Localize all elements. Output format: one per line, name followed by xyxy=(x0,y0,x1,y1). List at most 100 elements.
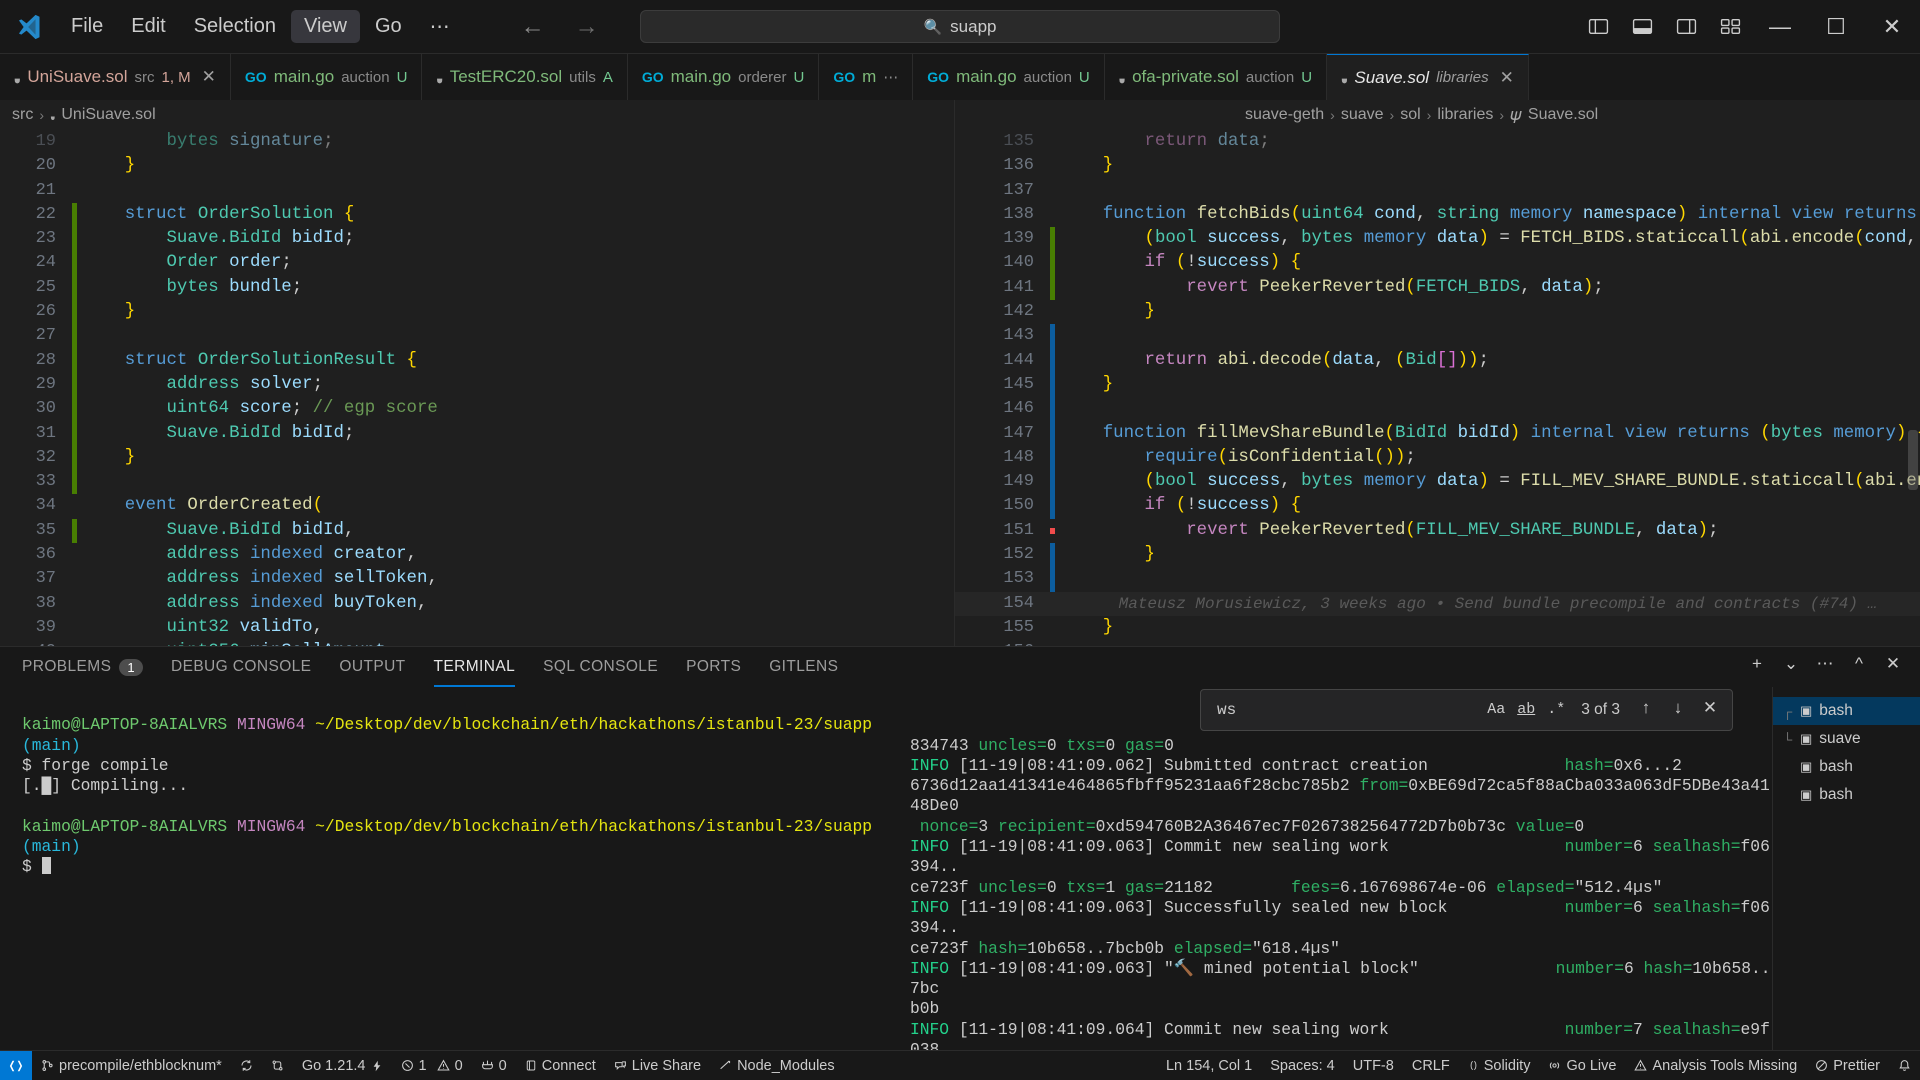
more-actions-icon[interactable]: ⋯ xyxy=(1810,649,1840,679)
status-go-live[interactable]: Go Live xyxy=(1539,1051,1625,1080)
menu-more[interactable]: ⋯ xyxy=(417,9,463,44)
code-line[interactable]: 147 function fillMevShareBundle(BidId bi… xyxy=(955,421,1920,446)
status-live-share[interactable]: Live Share xyxy=(605,1051,710,1080)
arrow-right-icon[interactable]: → xyxy=(575,14,599,39)
code-content-left[interactable]: 19 bytes signature; 20 } 21 22 struct Order… xyxy=(0,130,954,646)
status-eol[interactable]: CRLF xyxy=(1403,1051,1459,1080)
code-line[interactable]: 21 xyxy=(0,179,954,203)
match-case-icon[interactable]: Aa xyxy=(1485,700,1507,720)
menu-go[interactable]: Go xyxy=(362,10,415,43)
split-dropdown-icon[interactable]: ⌄ xyxy=(1776,649,1806,679)
code-line[interactable]: 136 } xyxy=(955,154,1920,178)
code-line[interactable]: 40 uint256 minSellAmount, xyxy=(0,640,954,646)
status-node-modules[interactable]: Node_Modules xyxy=(710,1051,844,1080)
status-indentation[interactable]: Spaces: 4 xyxy=(1261,1051,1344,1080)
status-encoding[interactable]: UTF-8 xyxy=(1344,1051,1403,1080)
code-line[interactable]: 135 return data; xyxy=(955,130,1920,154)
terminal-output-left[interactable]: kaimo@LAPTOP-8AIALVRS MINGW64 ~/Desktop/… xyxy=(0,687,900,1050)
code-line[interactable]: 23 Suave.BidId bidId; xyxy=(0,227,954,252)
status-problems[interactable]: 1 0 xyxy=(392,1051,472,1080)
code-line[interactable]: 137 xyxy=(955,179,1920,203)
code-line[interactable]: 32 } xyxy=(0,445,954,471)
find-close-icon[interactable]: ✕ xyxy=(1698,700,1722,720)
code-line[interactable]: 26 } xyxy=(0,300,954,325)
code-line[interactable]: 143 xyxy=(955,324,1920,349)
find-previous-icon[interactable]: ↑ xyxy=(1634,700,1658,720)
code-line[interactable]: 148 require(isConfidential()); xyxy=(955,445,1920,471)
toggle-panel-icon[interactable] xyxy=(1620,7,1664,47)
status-language-mode[interactable]: Solidity xyxy=(1459,1051,1540,1080)
code-line[interactable]: 149 (bool success, bytes memory data) = … xyxy=(955,470,1920,495)
status-database-connect[interactable]: Connect xyxy=(516,1051,605,1080)
code-line[interactable]: 36 address indexed creator, xyxy=(0,543,954,567)
panel-tab-sql-console[interactable]: SQL CONSOLE xyxy=(543,647,658,687)
terminal-list-item-suave-1[interactable]: └ ▣ suave xyxy=(1773,725,1920,753)
terminal-list-item-bash-3[interactable]: ▣ bash xyxy=(1773,781,1920,809)
code-line[interactable]: 138 function fetchBids(uint64 cond, stri… xyxy=(955,203,1920,227)
breadcrumb-segment-1[interactable]: suave xyxy=(1341,106,1384,124)
window-minimize-button[interactable]: — xyxy=(1752,0,1808,54)
code-line[interactable]: 155 } xyxy=(955,616,1920,640)
editor-scrollbar-right[interactable] xyxy=(1908,430,1918,490)
code-line[interactable]: 154 Mateusz Morusiewicz, 3 weeks ago • S… xyxy=(955,592,1920,616)
code-line[interactable]: 150 if (!success) { xyxy=(955,494,1920,519)
code-line[interactable]: 19 bytes signature; xyxy=(0,130,954,154)
breadcrumb-segment-4[interactable]: Suave.sol xyxy=(1528,106,1598,124)
editor-tab-unisuave-sol-0[interactable]: 𝅓 UniSuave.sol src 1, M ✕ xyxy=(0,54,231,100)
status-prettier[interactable]: Prettier xyxy=(1806,1051,1889,1080)
search-input[interactable]: 🔍 suapp xyxy=(640,10,1280,43)
panel-tab-output[interactable]: OUTPUT xyxy=(339,647,405,687)
code-line[interactable]: 24 Order order; xyxy=(0,251,954,276)
toggle-secondary-sidebar-icon[interactable] xyxy=(1664,7,1708,47)
code-line[interactable]: 156 xyxy=(955,640,1920,646)
tab-close-icon[interactable]: ✕ xyxy=(202,67,216,87)
code-line[interactable]: 28 struct OrderSolutionResult { xyxy=(0,348,954,373)
new-terminal-icon[interactable]: + xyxy=(1742,649,1772,679)
code-line[interactable]: 139 (bool success, bytes memory data) = … xyxy=(955,227,1920,252)
breadcrumb-file[interactable]: UniSuave.sol xyxy=(61,106,155,124)
terminal-output-right[interactable]: 834743 uncles=0 txs=0 gas=0 INFO [11-19|0… xyxy=(900,687,1772,1050)
remote-window-icon[interactable] xyxy=(0,1050,32,1080)
arrow-left-icon[interactable]: ← xyxy=(521,14,545,39)
panel-tab-gitlens[interactable]: GITLENS xyxy=(769,647,838,687)
panel-tab-problems[interactable]: PROBLEMS 1 xyxy=(22,647,143,687)
menu-view[interactable]: View xyxy=(290,10,360,43)
breadcrumb-segment-0[interactable]: suave-geth xyxy=(1245,106,1324,124)
menu-file[interactable]: File xyxy=(58,10,116,43)
terminal-list-item-bash-2[interactable]: ▣ bash xyxy=(1773,753,1920,781)
panel-tab-debug-console[interactable]: DEBUG CONSOLE xyxy=(171,647,311,687)
customize-layout-icon[interactable] xyxy=(1708,7,1752,47)
terminal-list-item-bash-0[interactable]: ┌ ▣ bash xyxy=(1773,697,1920,725)
status-ports[interactable]: 0 xyxy=(472,1051,516,1080)
code-line[interactable]: 146 xyxy=(955,397,1920,422)
toggle-primary-sidebar-icon[interactable] xyxy=(1576,7,1620,47)
editor-tab-m-4[interactable]: GO m ⋯ xyxy=(819,54,914,100)
editor-tab-main-go-1[interactable]: GO main.go auction U xyxy=(230,54,423,100)
status-go-version[interactable]: Go 1.21.4 xyxy=(293,1051,392,1080)
code-line[interactable]: 153 xyxy=(955,567,1920,592)
code-line[interactable]: 142 } xyxy=(955,300,1920,324)
code-line[interactable]: 29 address solver; xyxy=(0,372,954,398)
maximize-panel-icon[interactable]: ^ xyxy=(1844,649,1874,679)
window-maximize-button[interactable]: ☐ xyxy=(1808,0,1864,54)
panel-tab-ports[interactable]: PORTS xyxy=(686,647,741,687)
close-panel-icon[interactable]: ✕ xyxy=(1878,649,1908,679)
editor-tab-main-go-3[interactable]: GO main.go orderer U xyxy=(627,54,820,100)
code-line[interactable]: 27 xyxy=(0,324,954,349)
editor-tab-main-go-5[interactable]: GO main.go auction U xyxy=(913,54,1105,100)
code-line[interactable]: 144 return abi.decode(data, (Bid[])); xyxy=(955,348,1920,373)
code-line[interactable]: 25 bytes bundle; xyxy=(0,275,954,301)
code-line[interactable]: 31 Suave.BidId bidId; xyxy=(0,421,954,446)
code-line[interactable]: 22 struct OrderSolution { xyxy=(0,202,954,228)
breadcrumb-segment-2[interactable]: sol xyxy=(1400,106,1420,124)
status-cursor-position[interactable]: Ln 154, Col 1 xyxy=(1157,1051,1261,1080)
match-whole-word-icon[interactable]: ab xyxy=(1515,700,1537,720)
status-notifications[interactable] xyxy=(1889,1051,1920,1080)
status-source-control[interactable]: precompile/ethblocknum* xyxy=(32,1051,231,1080)
code-line[interactable]: 140 if (!success) { xyxy=(955,251,1920,276)
code-content-right[interactable]: 135 return data; 136 } 137 138 function fet… xyxy=(955,130,1920,646)
code-line[interactable]: 152 } xyxy=(955,543,1920,568)
window-close-button[interactable]: ✕ xyxy=(1864,0,1920,54)
code-line[interactable]: 39 uint32 validTo, xyxy=(0,616,954,640)
code-line[interactable]: 38 address indexed buyToken, xyxy=(0,592,954,616)
